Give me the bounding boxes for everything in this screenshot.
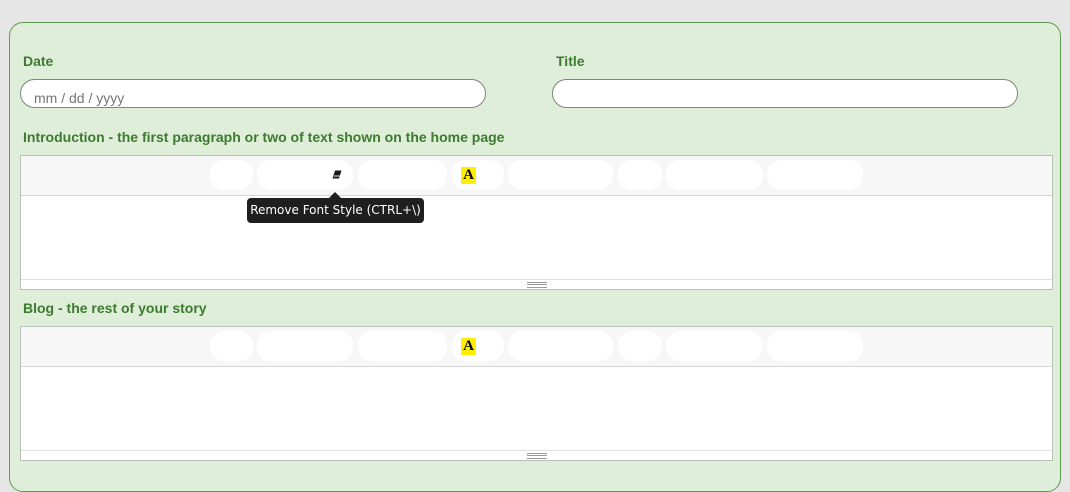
title-input[interactable] [552, 79, 1018, 108]
date-input[interactable] [20, 79, 486, 108]
blog-content-area[interactable] [21, 367, 1052, 450]
blog-toolbar: A [21, 327, 1052, 367]
toolbar-button[interactable] [666, 331, 763, 361]
title-label: Title [556, 53, 585, 69]
blog-label: Blog - the rest of your story [23, 300, 207, 316]
introduction-label: Introduction - the first paragraph or tw… [23, 129, 505, 145]
introduction-toolbar: A [21, 156, 1052, 196]
toolbar-button[interactable] [210, 160, 253, 190]
toolbar-button[interactable] [618, 331, 662, 361]
font-color-icon: A [461, 338, 476, 355]
blog-statusbar [21, 450, 1052, 460]
eraser-icon[interactable] [332, 170, 342, 179]
font-color-button[interactable]: A [452, 160, 504, 190]
toolbar-button[interactable] [508, 160, 613, 190]
introduction-statusbar [21, 279, 1052, 289]
date-label: Date [23, 53, 54, 69]
toolbar-button[interactable] [767, 331, 863, 361]
font-color-icon: A [461, 167, 476, 184]
introduction-content-area[interactable] [21, 196, 1052, 279]
resize-grip-icon[interactable] [527, 453, 547, 459]
toolbar-button[interactable] [210, 331, 253, 361]
toolbar-button[interactable] [767, 160, 863, 190]
toolbar-button[interactable] [257, 160, 353, 190]
toolbar-button[interactable] [666, 160, 763, 190]
toolbar-button[interactable] [257, 331, 353, 361]
introduction-editor: A [20, 155, 1053, 290]
toolbar-button[interactable] [358, 331, 447, 361]
resize-grip-icon[interactable] [527, 282, 547, 288]
blog-editor: A [20, 326, 1053, 461]
toolbar-button[interactable] [618, 160, 662, 190]
font-color-button[interactable]: A [452, 331, 504, 361]
toolbar-button[interactable] [358, 160, 447, 190]
toolbar-button[interactable] [508, 331, 613, 361]
remove-font-style-tooltip: Remove Font Style (CTRL+\) [247, 192, 424, 223]
